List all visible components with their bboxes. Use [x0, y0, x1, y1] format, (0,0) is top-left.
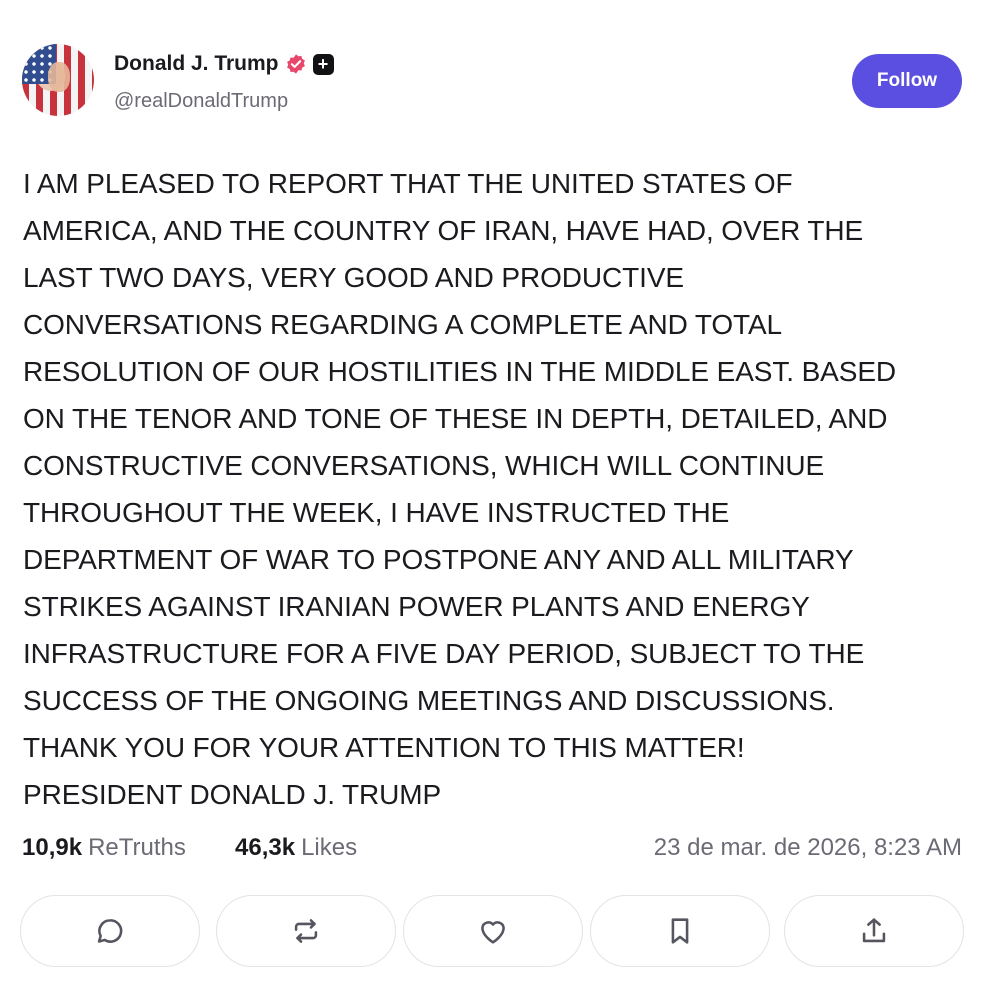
- reply-button[interactable]: [20, 895, 200, 967]
- post-line: CONVERSATIONS REGARDING A COMPLETE AND T…: [23, 309, 783, 340]
- post-line: LAST TWO DAYS, VERY GOOD AND PRODUCTIVE: [23, 262, 684, 293]
- post-line: AMERICA, AND THE COUNTRY OF IRAN, HAVE H…: [23, 215, 864, 246]
- post-line: CONSTRUCTIVE CONVERSATIONS, WHICH WILL C…: [23, 450, 825, 481]
- reply-icon: [97, 919, 123, 943]
- retruths-count: 10,9k: [22, 834, 83, 861]
- post-line: ON THE TENOR AND TONE OF THESE IN DEPTH,…: [23, 403, 888, 434]
- post-line: DEPARTMENT OF WAR TO POSTPONE ANY AND AL…: [23, 544, 854, 575]
- retruth-button[interactable]: [216, 895, 396, 967]
- post-actions: [20, 895, 964, 969]
- retruth-icon: [294, 919, 318, 943]
- post-stats: 10,9k ReTruths 46,3k Likes 23 de mar. de…: [22, 834, 962, 870]
- post-line: INFRASTRUCTURE FOR A FIVE DAY PERIOD, SU…: [23, 638, 865, 669]
- likes-stat[interactable]: 46,3k Likes: [235, 834, 357, 862]
- post-timestamp[interactable]: 23 de mar. de 2026, 8:23 AM: [654, 834, 962, 862]
- post-line: THANK YOU FOR YOUR ATTENTION TO THIS MAT…: [23, 732, 745, 763]
- author-name-row: Donald J. Trump +: [114, 52, 334, 76]
- likes-label: Likes: [301, 834, 358, 861]
- author-name[interactable]: Donald J. Trump: [114, 52, 279, 76]
- plus-badge-icon: +: [312, 53, 334, 75]
- post-line: I AM PLEASED TO REPORT THAT THE UNITED S…: [23, 168, 793, 199]
- heart-icon: [481, 921, 505, 944]
- verified-badge-icon: [286, 54, 305, 74]
- like-button[interactable]: [403, 895, 583, 967]
- likes-count: 46,3k: [235, 834, 296, 861]
- post-body: I AM PLEASED TO REPORT THAT THE UNITED S…: [23, 160, 968, 818]
- retruths-stat[interactable]: 10,9k ReTruths: [22, 834, 186, 862]
- post-line: STRIKES AGAINST IRANIAN POWER PLANTS AND…: [23, 591, 810, 622]
- follow-button[interactable]: Follow: [852, 54, 962, 108]
- avatar[interactable]: [22, 44, 94, 116]
- post-line: THROUGHOUT THE WEEK, I HAVE INSTRUCTED T…: [23, 497, 730, 528]
- share-icon: [862, 918, 886, 943]
- post-line: PRESIDENT DONALD J. TRUMP: [23, 779, 442, 810]
- bookmark-button[interactable]: [590, 895, 770, 967]
- bookmark-icon: [671, 918, 689, 944]
- author-handle[interactable]: @realDonaldTrump: [114, 90, 288, 113]
- post-line: SUCCESS OF THE ONGOING MEETINGS AND DISC…: [23, 685, 835, 716]
- retruths-label: ReTruths: [88, 834, 186, 861]
- post-header: Donald J. Trump + @realDonaldTrump Follo…: [22, 44, 962, 118]
- avatar-face: [48, 62, 70, 92]
- share-button[interactable]: [784, 895, 964, 967]
- post-line: RESOLUTION OF OUR HOSTILITIES IN THE MID…: [23, 356, 897, 387]
